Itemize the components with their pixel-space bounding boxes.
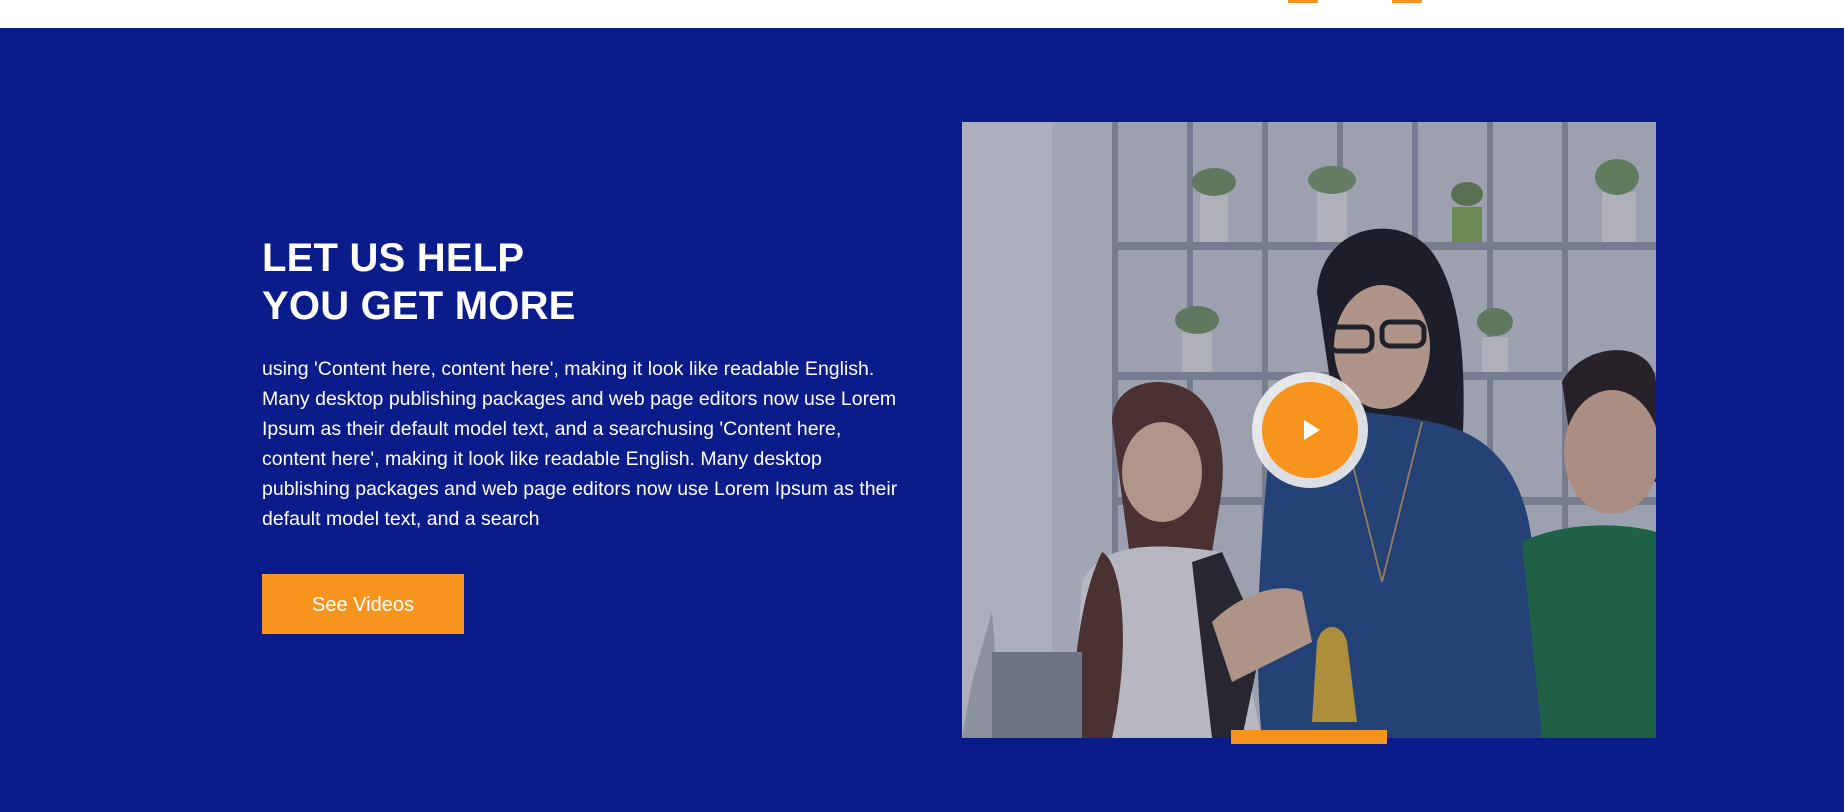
play-button-inner [1262, 382, 1358, 478]
heading-line-1: LET US HELP [262, 236, 525, 280]
video-thumbnail[interactable] [962, 122, 1656, 738]
heading-line-2: YOU GET MORE [262, 284, 576, 328]
section-heading: LET US HELP YOU GET MORE [262, 234, 902, 330]
help-content: LET US HELP YOU GET MORE using 'Content … [262, 234, 902, 634]
play-button[interactable] [1252, 372, 1368, 488]
media-accent-bar [1231, 730, 1387, 744]
play-icon [1304, 420, 1320, 440]
see-videos-button[interactable]: See Videos [262, 574, 464, 634]
section-body-text: using 'Content here, content here', maki… [262, 358, 898, 530]
help-section: LET US HELP YOU GET MORE using 'Content … [0, 28, 1844, 812]
top-header-strip [0, 0, 1844, 28]
nav-indicator [1288, 0, 1318, 3]
nav-indicator [1392, 0, 1422, 3]
